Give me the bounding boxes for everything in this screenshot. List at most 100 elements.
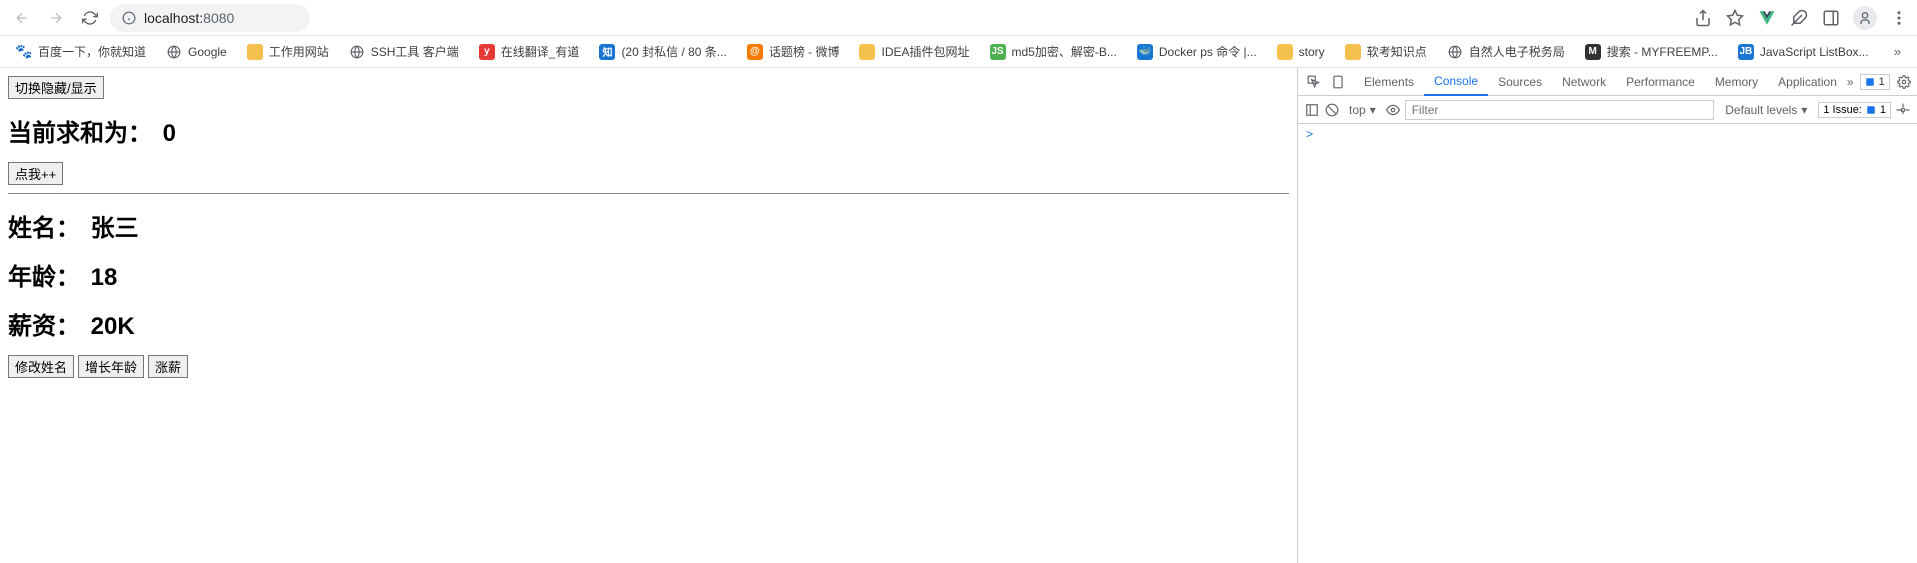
bookmark-item[interactable]: SSH工具 客户端 [341, 39, 467, 64]
url-text: localhost:8080 [144, 10, 234, 26]
name-label: 姓名： [8, 215, 80, 242]
tab-sources[interactable]: Sources [1488, 68, 1552, 96]
bookmark-label: 百度一下，你就知道 [38, 43, 146, 60]
bookmark-item[interactable]: 软考知识点 [1337, 39, 1435, 64]
live-expression-icon[interactable] [1385, 102, 1401, 118]
main-split: 切换隐藏/显示 当前求和为： 0 点我++ 姓名： 张三 年龄： 18 薪资： … [0, 68, 1917, 563]
bookmark-item[interactable]: M 搜索 - MYFREEMP... [1577, 39, 1726, 64]
forward-button[interactable] [42, 4, 70, 32]
salary-heading: 薪资： 20K [8, 306, 1289, 341]
settings-icon[interactable] [1896, 74, 1912, 90]
bookmark-item[interactable]: JB JavaScript ListBox... [1730, 40, 1877, 64]
baidu-icon: 🐾 [16, 44, 32, 60]
extensions-icon[interactable] [1789, 8, 1809, 28]
md5-icon: JS [990, 44, 1006, 60]
vue-devtools-icon[interactable] [1757, 8, 1777, 28]
salary-value: 20K [91, 313, 135, 340]
bookmark-label: JavaScript ListBox... [1760, 45, 1869, 59]
levels-label: Default levels [1725, 103, 1797, 117]
bookmark-label: md5加密、解密-B... [1012, 43, 1117, 60]
increase-age-button[interactable]: 增长年龄 [78, 355, 144, 378]
sum-value: 0 [163, 120, 176, 147]
toggle-visibility-button[interactable]: 切换隐藏/显示 [8, 76, 104, 99]
sum-heading: 当前求和为： 0 [8, 113, 1289, 148]
sum-label: 当前求和为： [8, 120, 152, 147]
jb-icon: JB [1738, 44, 1754, 60]
console-output[interactable]: > [1298, 124, 1917, 563]
age-value: 18 [91, 264, 118, 291]
folder-icon [247, 44, 263, 60]
bookmark-label: 自然人电子税务局 [1469, 43, 1565, 60]
warn-count: 1 [1879, 76, 1885, 88]
back-button[interactable] [8, 4, 36, 32]
bookmark-label: (20 封私信 / 80 条... [621, 43, 726, 60]
side-panel-icon[interactable] [1821, 8, 1841, 28]
bookmark-item[interactable]: 🐾 百度一下，你就知道 [8, 39, 154, 64]
bookmark-item[interactable]: 知 (20 封私信 / 80 条... [591, 39, 734, 64]
folder-icon [859, 44, 875, 60]
console-sidebar-toggle-icon[interactable] [1304, 102, 1320, 118]
salary-label: 薪资： [8, 313, 80, 340]
bookmark-item[interactable]: Google [158, 40, 235, 64]
bookmarks-bar: 🐾 百度一下，你就知道 Google 工作用网站 SSH工具 客户端 y在线翻译_… [0, 36, 1917, 68]
bookmark-label: IDEA插件包网址 [881, 43, 969, 60]
issues-count: 1 [1880, 104, 1886, 116]
change-name-button[interactable]: 修改姓名 [8, 355, 74, 378]
divider [8, 193, 1289, 194]
warnings-badge[interactable]: 1 [1860, 74, 1890, 90]
bookmark-item[interactable]: 工作用网站 [239, 39, 337, 64]
bookmark-item[interactable]: JS md5加密、解密-B... [982, 39, 1125, 64]
bookmark-item[interactable]: story [1269, 40, 1333, 64]
tab-network[interactable]: Network [1552, 68, 1616, 96]
share-icon[interactable] [1693, 8, 1713, 28]
globe-icon [166, 44, 182, 60]
console-prompt: > [1306, 128, 1313, 142]
age-label: 年龄： [8, 264, 80, 291]
bookmark-item[interactable]: y在线翻译_有道 [471, 39, 588, 64]
folder-icon [1345, 44, 1361, 60]
clear-console-icon[interactable] [1324, 102, 1340, 118]
tab-memory[interactable]: Memory [1705, 68, 1768, 96]
increment-button[interactable]: 点我++ [8, 162, 63, 185]
bookmark-item[interactable]: 自然人电子税务局 [1439, 39, 1573, 64]
bookmark-item[interactable]: @话题榜 - 微博 [739, 39, 848, 64]
chrome-menu-icon[interactable] [1889, 8, 1909, 28]
devtools-tabs: Elements Console Sources Network Perform… [1298, 68, 1917, 96]
tab-application[interactable]: Application [1768, 68, 1847, 96]
address-bar[interactable]: localhost:8080 [110, 4, 310, 32]
chevron-down-icon: ▾ [1801, 103, 1807, 117]
bookmark-label: SSH工具 客户端 [371, 43, 459, 60]
bookmark-label: 搜索 - MYFREEMP... [1607, 43, 1718, 60]
bookmark-star-icon[interactable] [1725, 8, 1745, 28]
action-buttons: 修改姓名 增长年龄 涨薪 [8, 355, 1289, 378]
age-heading: 年龄： 18 [8, 257, 1289, 292]
tab-performance[interactable]: Performance [1616, 68, 1705, 96]
issues-badge[interactable]: 1 Issue: 1 [1818, 102, 1891, 118]
device-toggle-icon[interactable] [1330, 74, 1346, 90]
issues-label: 1 Issue: [1823, 104, 1862, 116]
inspect-element-icon[interactable] [1306, 74, 1322, 90]
weibo-icon: @ [747, 44, 763, 60]
tab-console[interactable]: Console [1424, 68, 1488, 96]
reload-button[interactable] [76, 4, 104, 32]
mp3-icon: M [1585, 44, 1601, 60]
name-heading: 姓名： 张三 [8, 208, 1289, 243]
console-filter-input[interactable] [1405, 100, 1715, 120]
bookmark-item[interactable]: IDEA插件包网址 [851, 39, 977, 64]
zhihu-icon: 知 [599, 44, 615, 60]
globe-icon [349, 44, 365, 60]
bookmarks-overflow-icon[interactable]: » [1886, 44, 1909, 59]
docker-icon: 🐳 [1137, 44, 1153, 60]
site-info-icon[interactable] [122, 11, 136, 25]
bookmark-label: 在线翻译_有道 [501, 43, 580, 60]
tab-elements[interactable]: Elements [1354, 68, 1424, 96]
bookmark-label: story [1299, 45, 1325, 59]
page-content: 切换隐藏/显示 当前求和为： 0 点我++ 姓名： 张三 年龄： 18 薪资： … [0, 68, 1297, 563]
bookmark-item[interactable]: 🐳Docker ps 命令 |... [1129, 39, 1265, 64]
context-selector[interactable]: top ▾ [1344, 100, 1381, 120]
log-levels-selector[interactable]: Default levels ▾ [1718, 100, 1814, 120]
raise-salary-button[interactable]: 涨薪 [148, 355, 188, 378]
console-settings-icon[interactable] [1895, 102, 1911, 118]
tabs-overflow-icon[interactable]: » [1847, 74, 1854, 90]
profile-avatar[interactable] [1853, 6, 1877, 30]
